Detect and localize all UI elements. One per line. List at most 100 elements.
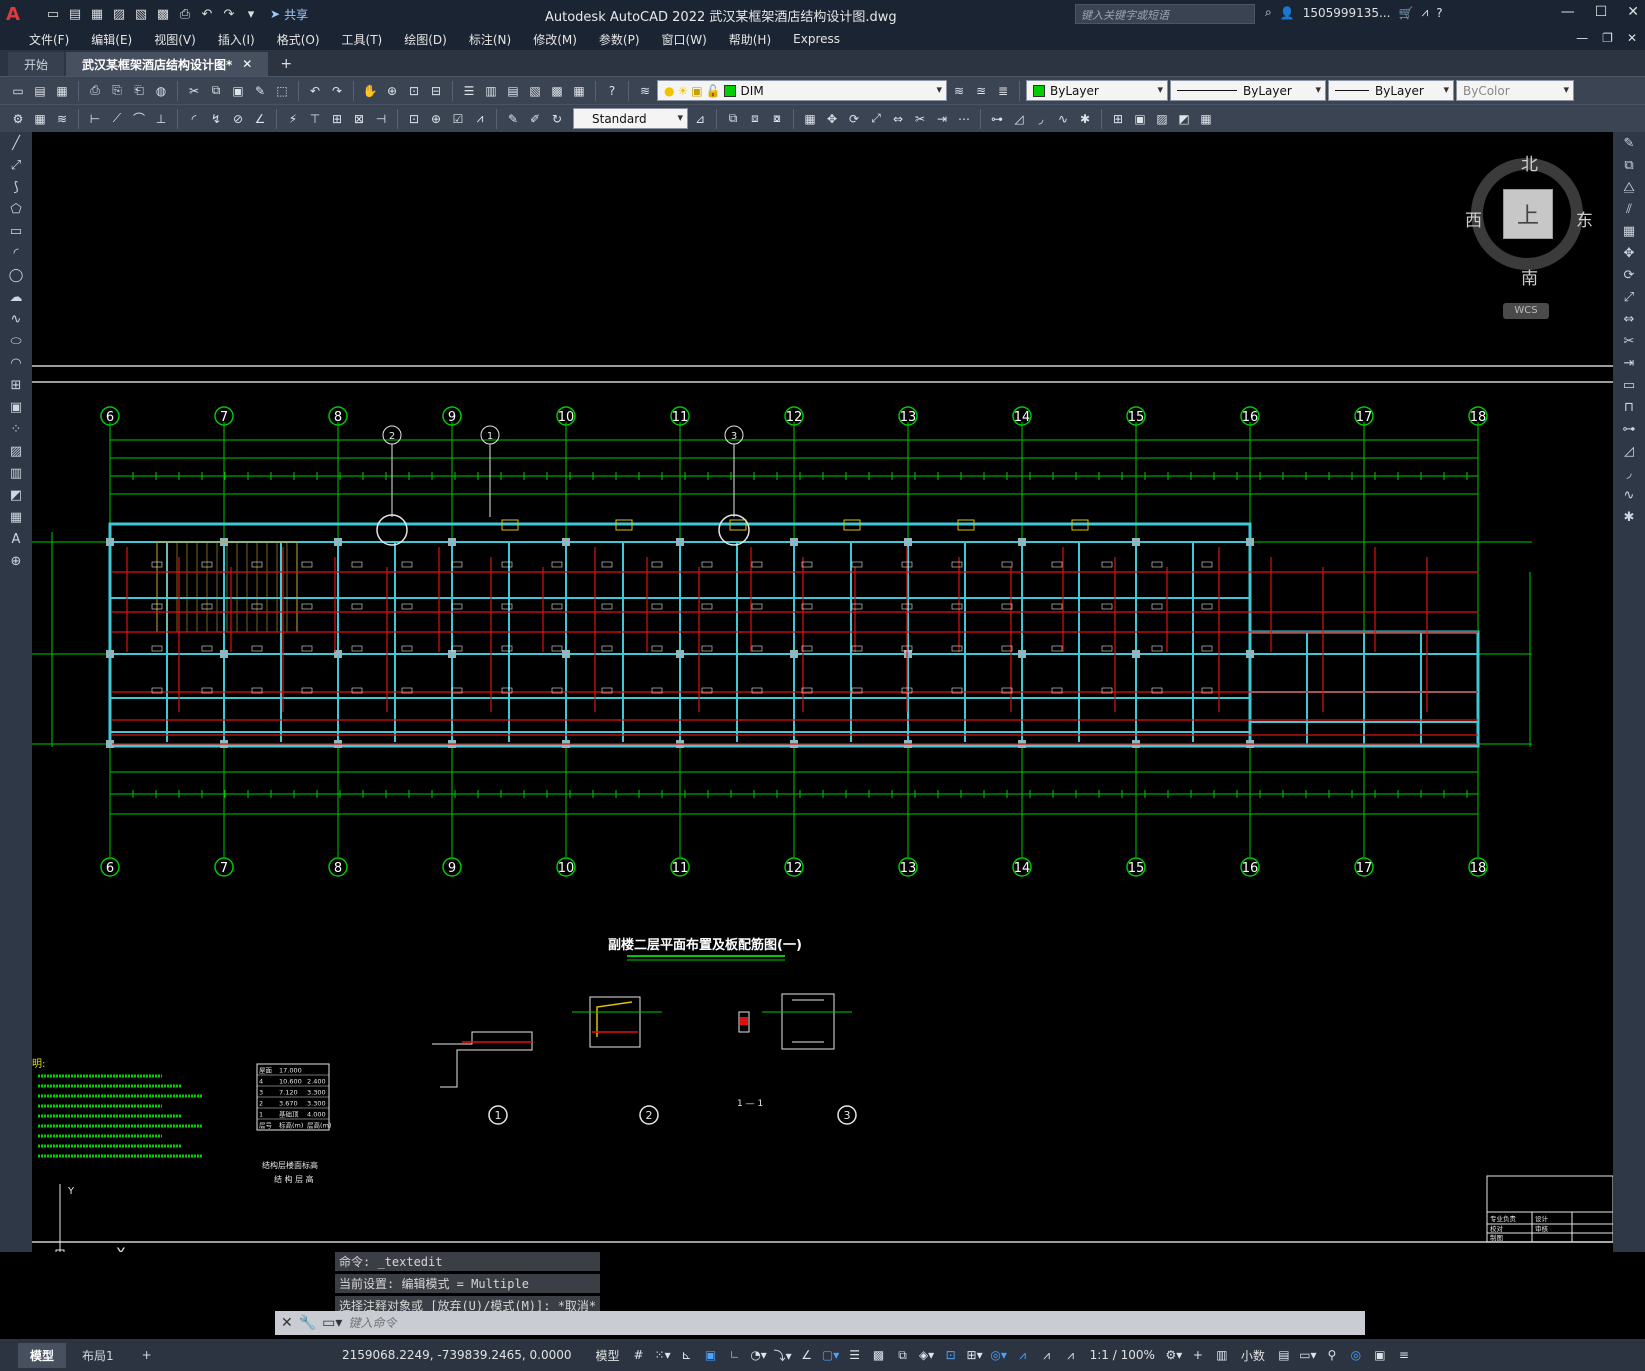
annotation-scale-icon[interactable]: ⩘ <box>1062 1345 1080 1365</box>
cut-icon[interactable]: ✂ <box>184 81 204 101</box>
erase-icon[interactable]: ✎ <box>1613 132 1645 154</box>
tab-model[interactable]: 模型 <box>18 1342 67 1368</box>
isometric-icon[interactable]: ⤵▾ <box>774 1345 792 1365</box>
wcs-menu[interactable]: WCS <box>1503 303 1549 319</box>
array-icon[interactable]: ▦ <box>1613 220 1645 242</box>
lineweight-dropdown[interactable]: ByLayer <box>1328 80 1454 101</box>
workspace-gear-icon[interactable]: ⚙▾ <box>1165 1345 1183 1365</box>
menu-format[interactable]: 格式(O) <box>266 31 331 48</box>
customization-icon[interactable]: ≡ <box>1395 1345 1413 1365</box>
revision-cloud-icon[interactable]: ☁ <box>0 286 32 308</box>
table-icon[interactable]: ▦ <box>1196 109 1216 129</box>
menu-view[interactable]: 视图(V) <box>143 31 207 48</box>
baseline-dim-icon[interactable]: ⊤ <box>305 109 325 129</box>
chamfer-icon[interactable]: ◿ <box>1009 109 1029 129</box>
rotate-icon[interactable]: ⟳ <box>1613 264 1645 286</box>
doc-minimize-icon[interactable]: — <box>1576 31 1588 45</box>
plot-icon[interactable]: ⎙ <box>176 5 194 23</box>
units-dropdown[interactable]: 小数 <box>1237 1347 1269 1364</box>
region-icon[interactable]: ◩ <box>0 484 32 506</box>
array-icon[interactable]: ▦ <box>800 109 820 129</box>
offset-icon[interactable]: ⫽ <box>1613 198 1645 220</box>
menu-parametric[interactable]: 参数(P) <box>588 31 651 48</box>
customize-wrench-icon[interactable]: 🔧 <box>299 1315 316 1331</box>
redo-icon[interactable]: ↷ <box>327 81 347 101</box>
gizmo-icon[interactable]: ◎▾ <box>990 1345 1008 1365</box>
trim-icon[interactable]: ✂ <box>910 109 930 129</box>
quick-properties-icon[interactable]: ▤ <box>1275 1345 1293 1365</box>
multiline-text-icon[interactable]: A <box>0 528 32 550</box>
move-icon[interactable]: ✥ <box>822 109 842 129</box>
sheet-set-icon[interactable]: ▧ <box>525 81 545 101</box>
new-icon[interactable]: ▭ <box>8 81 28 101</box>
tolerance-icon[interactable]: ⊡ <box>404 109 424 129</box>
coordinates-readout[interactable]: 2159068.2249, -739839.2465, 0.0000 <box>342 1348 572 1362</box>
compass-west[interactable]: 西 <box>1465 206 1482 231</box>
stretch-icon[interactable]: ⇔ <box>888 109 908 129</box>
paste-icon[interactable]: ▣ <box>228 81 248 101</box>
arc-length-icon[interactable]: ⌒ <box>129 109 149 129</box>
copy-object-icon[interactable]: ⧉ <box>1613 154 1645 176</box>
inspect-icon[interactable]: ☑ <box>448 109 468 129</box>
compass-north[interactable]: 北 <box>1521 150 1538 175</box>
plot-preview-icon[interactable]: ⎘ <box>107 81 127 101</box>
continue-dim-icon[interactable]: ⊞ <box>327 109 347 129</box>
point-icon[interactable]: ⁘ <box>0 418 32 440</box>
tool-palettes-icon[interactable]: ▤ <box>503 81 523 101</box>
explode-icon[interactable]: ✱ <box>1613 506 1645 528</box>
tab-start[interactable]: 开始 <box>8 52 65 76</box>
workspace-icon[interactable]: ⚙ <box>8 109 28 129</box>
compass-south[interactable]: 南 <box>1521 264 1538 289</box>
copy-icon[interactable]: ⧉ <box>206 81 226 101</box>
lineweight-icon[interactable]: ☰ <box>846 1345 864 1365</box>
save-icon[interactable]: ▦ <box>88 5 106 23</box>
block-editor-icon[interactable]: ⬚ <box>272 81 292 101</box>
aligned-dim-icon[interactable]: ⟋ <box>107 109 127 129</box>
radius-dim-icon[interactable]: ◜ <box>184 109 204 129</box>
transparency-icon[interactable]: ▩ <box>870 1345 888 1365</box>
add-selected-icon[interactable]: ⊕ <box>0 550 32 572</box>
break-icon[interactable]: ⋯ <box>954 109 974 129</box>
menu-insert[interactable]: 插入(I) <box>207 31 266 48</box>
mirror-icon[interactable]: ⧈ <box>745 109 765 129</box>
dynamic-input-icon[interactable]: ▣ <box>702 1345 720 1365</box>
close-icon[interactable]: ✕ <box>1627 4 1639 20</box>
extend-icon[interactable]: ⇥ <box>1613 352 1645 374</box>
search-icon[interactable]: ⌕ <box>1265 5 1272 20</box>
layer-previous-icon[interactable]: ≊ <box>971 81 991 101</box>
color-dropdown[interactable]: ByLayer <box>1026 80 1168 101</box>
ellipse-arc-icon[interactable]: ◠ <box>0 352 32 374</box>
angular-dim-icon[interactable]: ∠ <box>250 109 270 129</box>
zoom-realtime-icon[interactable]: ⊕ <box>382 81 402 101</box>
gradient-icon[interactable]: ▥ <box>0 462 32 484</box>
new-tab-icon[interactable]: + <box>270 52 302 76</box>
move-icon[interactable]: ✥ <box>1613 242 1645 264</box>
open-web-icon[interactable]: ▧ <box>132 5 150 23</box>
arc-icon[interactable]: ◜ <box>0 242 32 264</box>
circle-icon[interactable]: ◯ <box>0 264 32 286</box>
jogged-dim-icon[interactable]: ↯ <box>206 109 226 129</box>
annotation-monitor-icon[interactable]: + <box>1189 1345 1207 1365</box>
mirror-icon[interactable]: ⧋ <box>1613 176 1645 198</box>
menu-dimension[interactable]: 标注(N) <box>458 31 522 48</box>
scale-icon[interactable]: ⤢ <box>866 109 886 129</box>
layer-dropdown[interactable]: ● ☀ ▣ 🔓 DIM <box>657 80 947 101</box>
new-layout-icon[interactable]: + <box>130 1344 164 1366</box>
grid-icon[interactable]: # <box>630 1345 648 1365</box>
maximize-icon[interactable]: ☐ <box>1595 4 1608 20</box>
extend-icon[interactable]: ⇥ <box>932 109 952 129</box>
open-icon[interactable]: ▤ <box>30 81 50 101</box>
open-icon[interactable]: ▤ <box>66 5 84 23</box>
minimize-icon[interactable]: — <box>1561 4 1575 20</box>
help-icon[interactable]: ? <box>1436 6 1442 20</box>
user-account[interactable]: ⌕ 👤 1505999135... 🛒 ⩘ ? <box>1265 5 1443 20</box>
model-space-canvas[interactable]: 6 6 7 7 8 8 9 9 10 10 11 11 12 12 13 13 14 14 15 15 16 16 17 17… <box>32 132 1613 1252</box>
ordinate-dim-icon[interactable]: ⊥ <box>151 109 171 129</box>
hardware-accel-icon[interactable]: ◎ <box>1347 1345 1365 1365</box>
lock-ui-icon[interactable]: ▭▾ <box>1299 1345 1317 1365</box>
dim-break-icon[interactable]: ⊣ <box>371 109 391 129</box>
linetype-dropdown[interactable]: ByLayer <box>1170 80 1326 101</box>
layer-states-icon[interactable]: ≣ <box>993 81 1013 101</box>
trim-icon[interactable]: ✂ <box>1613 330 1645 352</box>
tab-drawing[interactable]: 武汉某框架酒店结构设计图* ✕ <box>66 52 269 76</box>
